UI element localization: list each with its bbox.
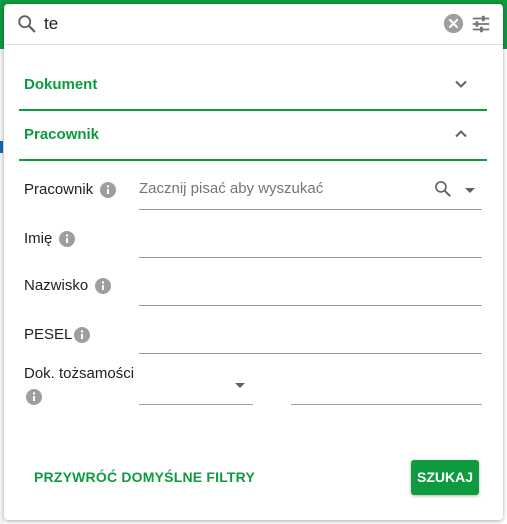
id-document-number-input[interactable] [291, 404, 482, 405]
search-submit-button[interactable]: SZUKAJ [411, 460, 479, 495]
chevron-up-icon[interactable] [453, 126, 469, 142]
last-name-label: Nazwisko [24, 277, 89, 294]
employee-search-input[interactable]: Zacznij pisać aby wyszukać [139, 180, 323, 197]
search-icon[interactable] [433, 179, 453, 199]
employee-field-label: Pracownik [24, 181, 94, 198]
background-page-fragment [0, 141, 3, 153]
employee-field-underline [139, 209, 482, 210]
tune-icon[interactable] [470, 13, 492, 35]
pesel-input[interactable] [139, 353, 482, 354]
last-name-input[interactable] [139, 305, 482, 306]
pesel-label: PESEL [24, 326, 73, 343]
first-name-label: Imię [24, 230, 53, 247]
search-icon[interactable] [16, 13, 38, 35]
chevron-down-icon[interactable] [453, 76, 469, 92]
filter-panel: te Dokument Pracownik Pracownik Zacznij … [4, 4, 503, 520]
search-input[interactable]: te [44, 13, 58, 35]
dropdown-arrow-icon[interactable] [235, 383, 245, 388]
search-bar: te [4, 4, 503, 45]
dropdown-arrow-icon[interactable] [465, 188, 475, 193]
info-icon[interactable] [59, 231, 75, 247]
id-document-label: Dok. tożsamości [24, 365, 135, 382]
clear-icon[interactable] [443, 13, 464, 34]
info-icon[interactable] [100, 182, 116, 198]
section-document-title: Dokument [24, 76, 98, 93]
first-name-input[interactable] [139, 257, 482, 258]
section-employee-header[interactable]: Pracownik [19, 110, 487, 161]
info-icon[interactable] [26, 389, 42, 405]
id-document-type-select[interactable] [139, 404, 253, 405]
section-employee-title: Pracownik [24, 126, 100, 143]
reset-filters-button[interactable]: PRZYWRÓĆ DOMYŚLNE FILTRY [24, 462, 265, 492]
info-icon[interactable] [74, 327, 90, 343]
section-document-header[interactable]: Dokument [19, 60, 487, 111]
info-icon[interactable] [95, 278, 111, 294]
